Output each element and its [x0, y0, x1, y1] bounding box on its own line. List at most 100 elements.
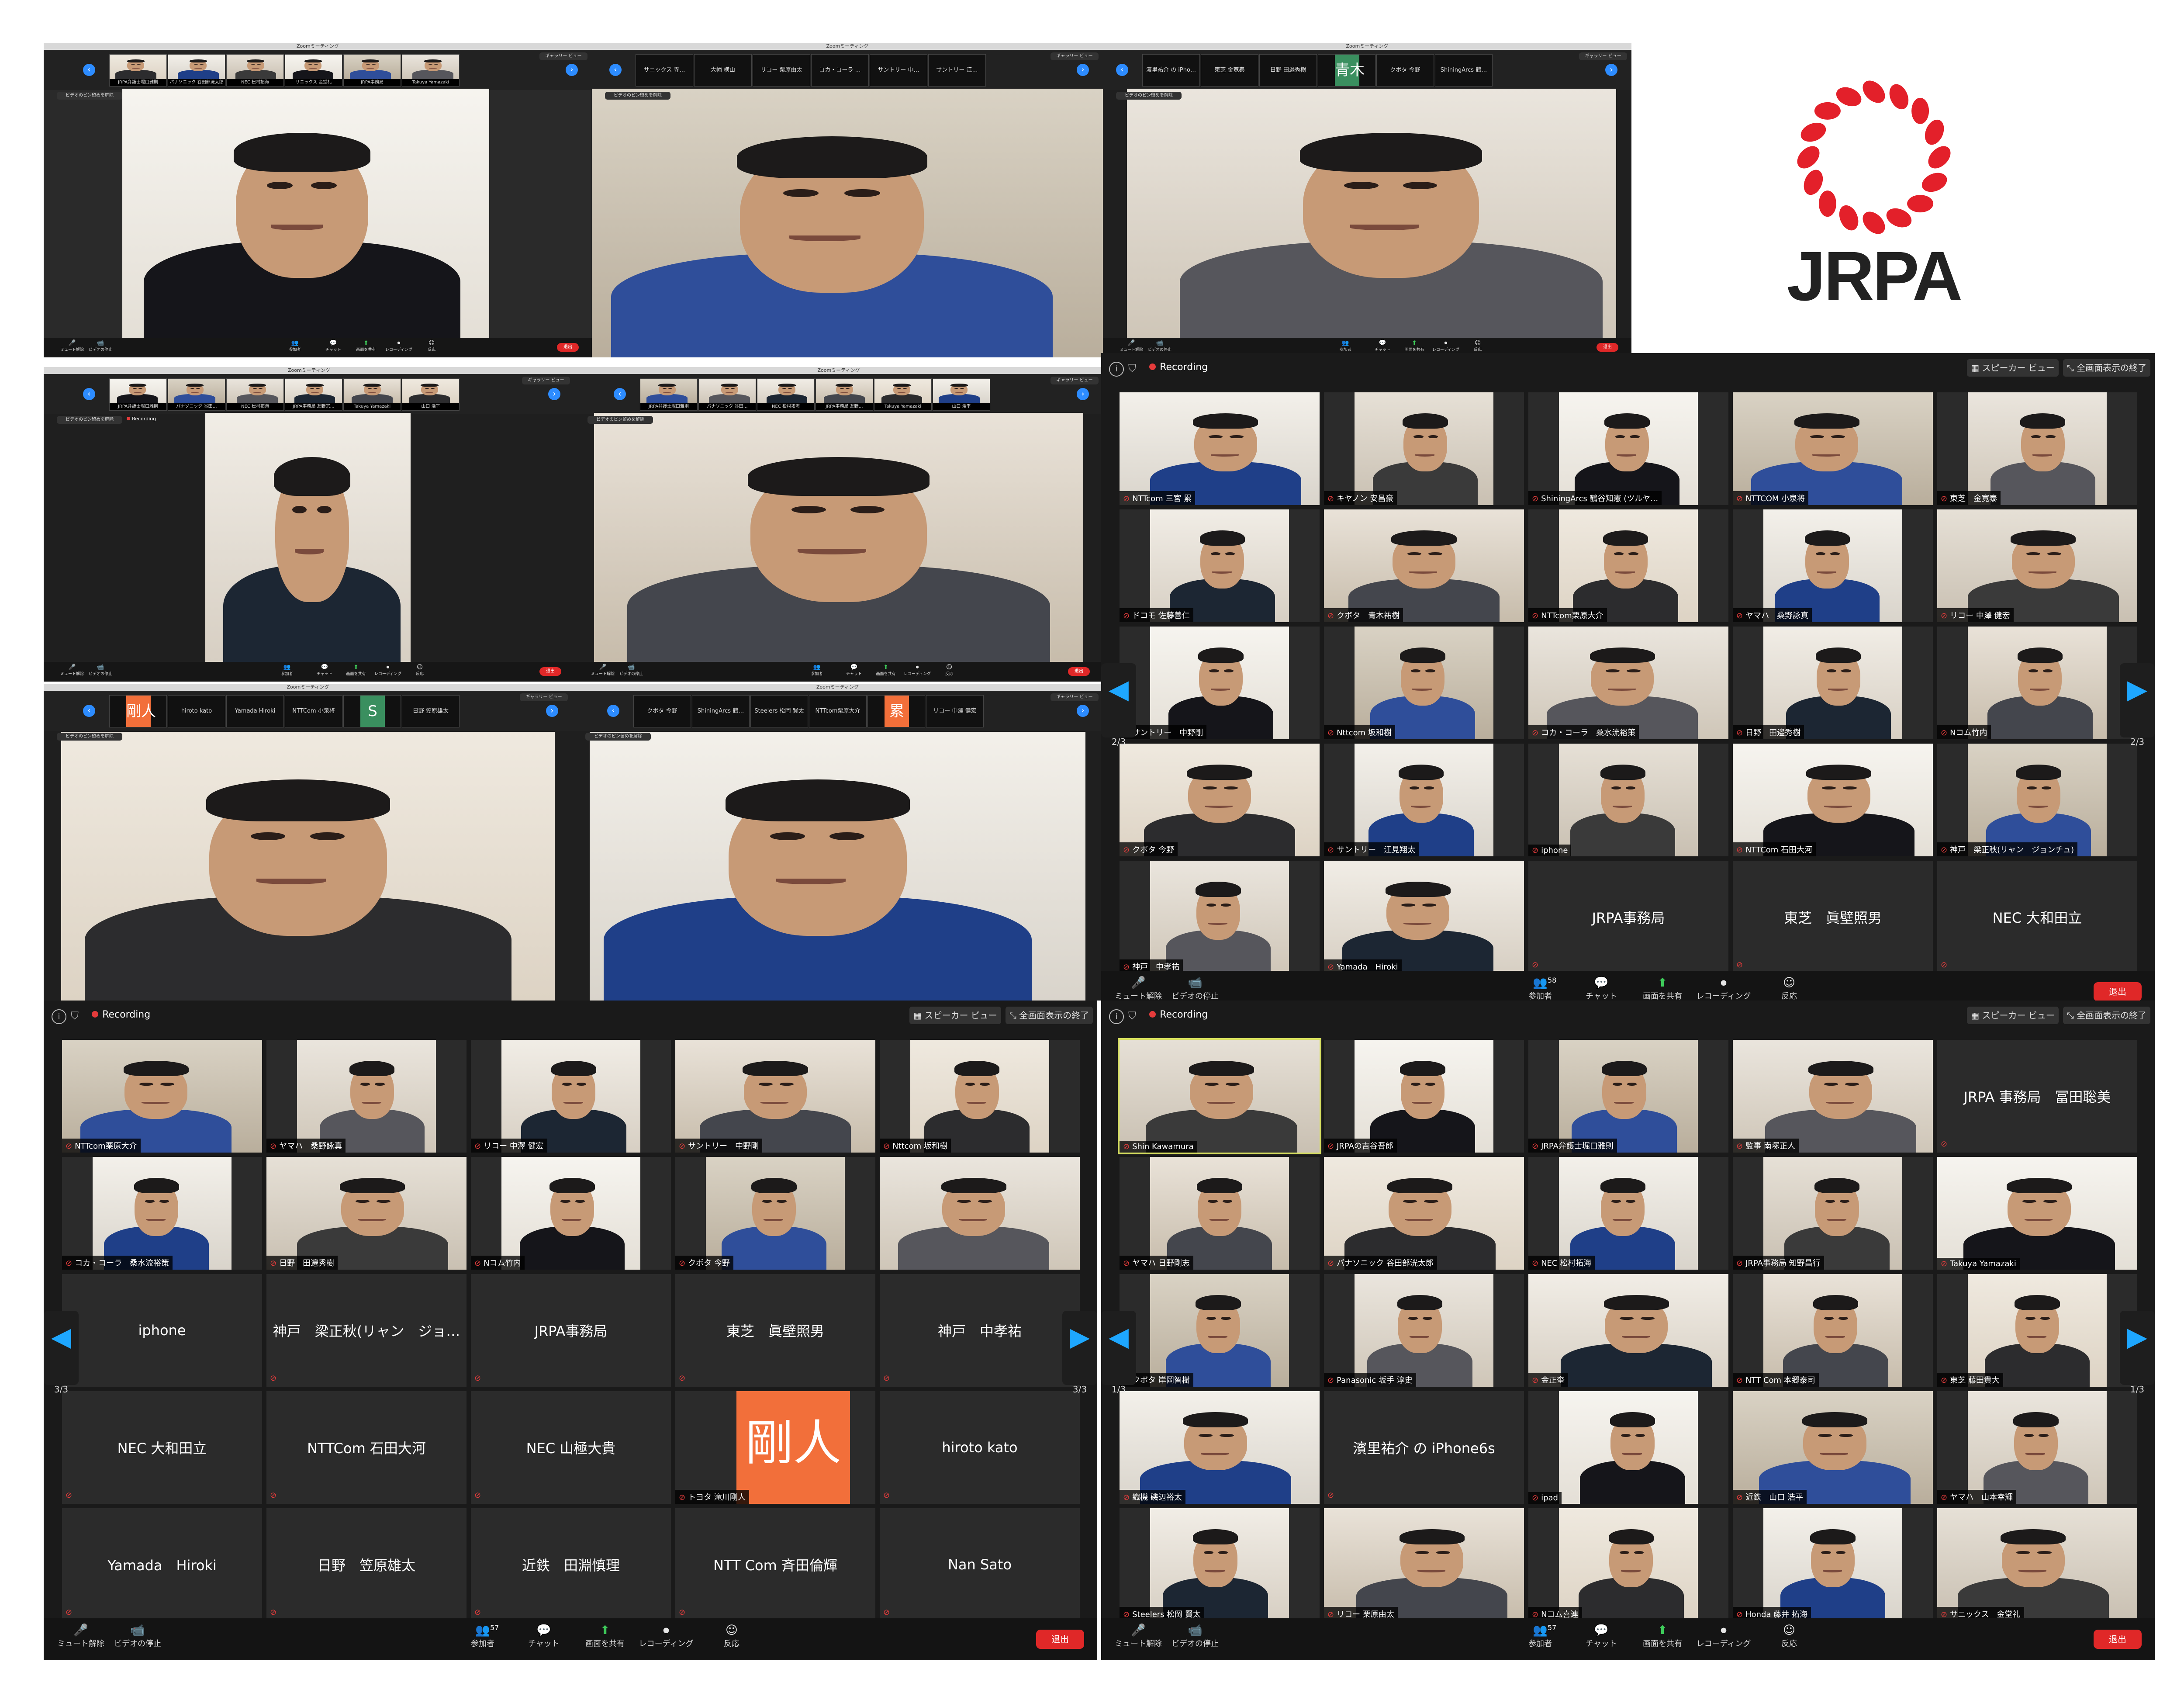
participant-tile[interactable]: 東芝 眞壁照男 ⊘ [675, 1274, 875, 1387]
previous-page-button[interactable]: ◀ 1/3 [1101, 1311, 1136, 1395]
strip-next-button[interactable]: › [1605, 64, 1617, 76]
thumbnail-participant[interactable]: リコー 中澤 健宏 [926, 695, 984, 727]
toolbar-video-button[interactable]: 📹 ビデオの停止 [85, 664, 116, 680]
participant-tile[interactable]: ⊘ JRPA弁護士堀口雅則 [1528, 1040, 1728, 1153]
strip-next-button[interactable]: › [1077, 388, 1089, 400]
participant-tile[interactable]: NTT Com 斉田倫輝 ⊘ [675, 1508, 875, 1621]
thumbnail-participant[interactable]: JRPA弁護士堀口雅則 [640, 378, 698, 411]
thumbnail-participant[interactable]: サニックス 金堂礼 [285, 54, 342, 87]
leave-button[interactable]: 退出 [539, 667, 561, 676]
toolbar-chat-button[interactable]: 💬 チャット [318, 339, 349, 356]
leave-meeting-button[interactable]: 退出 [1036, 1630, 1084, 1649]
participant-tile[interactable]: 剛人 ⊘ トヨタ 滝川剛人 [675, 1391, 875, 1504]
unpin-video-label[interactable]: ビデオのピン留めを解除 [587, 416, 653, 424]
strip-next-button[interactable]: › [1077, 64, 1089, 76]
participant-tile[interactable]: ⊘ Nttcom 坂和樹 [880, 1040, 1080, 1153]
thumbnail-participant[interactable]: パナソニック 谷田… [168, 378, 225, 411]
toolbar-share-button[interactable]: ⬆ 画面を共有 [871, 664, 901, 680]
participant-tile[interactable]: ⊘ Yamada Hiroki [1324, 861, 1524, 973]
thumbnail-participant[interactable]: サニックス 寺… [636, 54, 693, 87]
gallery-view-button[interactable]: ギャラリー ビュー [1051, 52, 1099, 60]
participant-tile[interactable]: NTTCom 石田大河 ⊘ [266, 1391, 467, 1504]
thumbnail-participant[interactable]: NTTcom栗原大介 [809, 695, 867, 727]
chat-button[interactable]: 💬 チャット [511, 1624, 577, 1658]
strip-next-button[interactable]: › [548, 388, 560, 400]
strip-prev-button[interactable]: ‹ [609, 64, 622, 76]
reactions-button[interactable]: ☺ 反応 [699, 1624, 764, 1658]
participant-tile[interactable]: ⊘ サントリー 江見翔太 [1324, 744, 1524, 856]
thumbnail-participant[interactable]: パナソニック 谷田部洸太郎 [168, 54, 225, 87]
toolbar-record-button[interactable]: ⏺ レコーディング [384, 339, 414, 356]
toolbar-record-button[interactable]: ⏺ レコーディング [373, 664, 403, 680]
thumbnail-participant[interactable]: ShiningArcs 鶴… [1435, 54, 1493, 87]
strip-next-button[interactable]: › [566, 64, 578, 76]
security-shield-icon[interactable]: ⛉ [1128, 1009, 1141, 1022]
participant-tile[interactable]: ⊘ Nコム喜連 [1528, 1508, 1728, 1621]
strip-prev-button[interactable]: ‹ [83, 705, 95, 717]
next-page-button[interactable]: ▶ 3/3 [1062, 1311, 1097, 1395]
thumbnail-participant[interactable]: JRPA弁護士堀口雅則 [109, 378, 167, 411]
participant-tile[interactable]: Yamada Hiroki ⊘ [62, 1508, 262, 1621]
participant-tile[interactable]: ⊘ 日野 田邉秀樹 [1733, 627, 1933, 739]
stop-video-button[interactable]: 📹 ビデオの停止 [105, 1624, 170, 1658]
participant-tile[interactable]: ⊘ iphone [1528, 744, 1728, 856]
thumbnail-participant[interactable]: 青木 [1318, 54, 1375, 87]
participant-tile[interactable]: ⊘ NEC 松村拓海 [1528, 1157, 1728, 1270]
thumbnail-participant[interactable]: 累 [867, 695, 925, 727]
gallery-view-button[interactable]: ギャラリー ビュー [1051, 377, 1099, 384]
participant-tile[interactable]: ⊘ Nコム竹内 [471, 1157, 671, 1270]
participant-tile[interactable]: ⊘ 神戸 梁正秋(リャン ジョンチュ) [1937, 744, 2137, 856]
participants-button[interactable]: 👥 参加者 57 [1507, 1624, 1573, 1658]
share-screen-button[interactable]: ⬆ 画面を共有 [1630, 1624, 1695, 1658]
stop-video-button[interactable]: 📹 ビデオの停止 [1162, 1624, 1228, 1658]
unmute-button[interactable]: 🎤 ミュート解除 [48, 1624, 114, 1658]
thumbnail-participant[interactable]: クボタ 今野 [633, 695, 691, 727]
strip-prev-button[interactable]: ‹ [614, 388, 626, 400]
participant-tile[interactable]: ⊘ サニックス 金堂礼 [1937, 1508, 2137, 1621]
participant-tile[interactable]: NEC 山極大貴 ⊘ [471, 1391, 671, 1504]
unpin-video-label[interactable]: ビデオのピン留めを解除 [57, 733, 122, 741]
participant-tile[interactable]: ⊘ NTTcom栗原大介 [1528, 509, 1728, 622]
thumbnail-participant[interactable]: クボタ 今野 [1376, 54, 1434, 87]
thumbnail-participant[interactable]: サントリー 江… [928, 54, 986, 87]
strip-next-button[interactable]: › [1077, 705, 1089, 717]
thumbnail-participant[interactable]: コカ・コーラ … [811, 54, 869, 87]
participant-tile[interactable]: NEC 大和田立 ⊘ [62, 1391, 262, 1504]
thumbnail-participant[interactable]: Steelers 松岡 賢太 [750, 695, 808, 727]
participant-tile[interactable]: ⊘ Nttcom 坂和樹 [1324, 627, 1524, 739]
participant-tile[interactable]: ⊘ クボタ 青木祐樹 [1324, 509, 1524, 622]
participant-tile[interactable]: ⊘ JRPA事務局 知野昌行 [1733, 1157, 1933, 1270]
previous-page-button[interactable]: ◀ 3/3 [44, 1311, 79, 1395]
participant-tile[interactable]: ⊘ ドコモ 佐藤善仁 [1120, 509, 1320, 622]
toolbar-share-button[interactable]: ⬆ 画面を共有 [341, 664, 371, 680]
strip-prev-button[interactable]: ‹ [1116, 64, 1128, 76]
unmute-button[interactable]: 🎤 ミュート解除 [1106, 1624, 1171, 1658]
toolbar-video-button[interactable]: 📹 ビデオの停止 [616, 664, 646, 680]
next-page-button[interactable]: ▶ 1/3 [2120, 1311, 2155, 1395]
participant-tile[interactable]: ⊘ NTTCOM 小泉将 [1733, 392, 1933, 505]
next-page-button[interactable]: ▶ 2/3 [2120, 663, 2155, 747]
thumbnail-participant[interactable]: 東芝 金寛泰 [1201, 54, 1258, 87]
reactions-button[interactable]: ☺ 反応 [1756, 1624, 1822, 1658]
participant-tile[interactable]: ⊘ リコー 中澤 健宏 [471, 1040, 671, 1153]
leave-button[interactable]: 退出 [557, 343, 579, 352]
thumbnail-participant[interactable]: Takuya Yamazaki [874, 378, 932, 411]
participant-tile[interactable]: ⊘ クボタ 今野 [675, 1157, 875, 1270]
participant-tile[interactable]: ⊘ コカ・コーラ 桑水流裕策 [62, 1157, 262, 1270]
participant-tile[interactable]: iphone⊘ [62, 1274, 262, 1387]
participant-tile[interactable]: ⊘ 神戸 中孝祐 [1120, 861, 1320, 973]
recording-button[interactable]: ⏺ レコーディング [1691, 1624, 1756, 1658]
strip-next-button[interactable]: › [546, 705, 558, 717]
participant-tile[interactable]: ⊘ NTT Com 本郷泰司 [1733, 1274, 1933, 1387]
participant-tile[interactable]: ⊘ リコー 栗原由太 [1324, 1508, 1524, 1621]
participant-tile[interactable]: 濱里祐介 の iPhone6s ⊘ [1324, 1391, 1524, 1504]
participant-tile[interactable]: ⊘ JRPAの吉谷吾郎 [1324, 1040, 1524, 1153]
thumbnail-participant[interactable]: 日野 笠原雄太 [402, 695, 460, 727]
toolbar-video-button[interactable]: 📹 ビデオの停止 [85, 339, 116, 356]
thumbnail-participant[interactable]: NTTCom 小泉将 [285, 695, 342, 727]
toolbar-chat-button[interactable]: 💬 チャット [839, 664, 869, 680]
gallery-view-button[interactable]: ギャラリー ビュー [1579, 52, 1627, 60]
toolbar-participants-button[interactable]: 👥 参加者 [272, 664, 302, 680]
participant-tile[interactable]: ⊘ 東芝 金寛泰 [1937, 392, 2137, 505]
participant-tile[interactable]: ⊘ NTTCom 石田大河 [1733, 744, 1933, 856]
